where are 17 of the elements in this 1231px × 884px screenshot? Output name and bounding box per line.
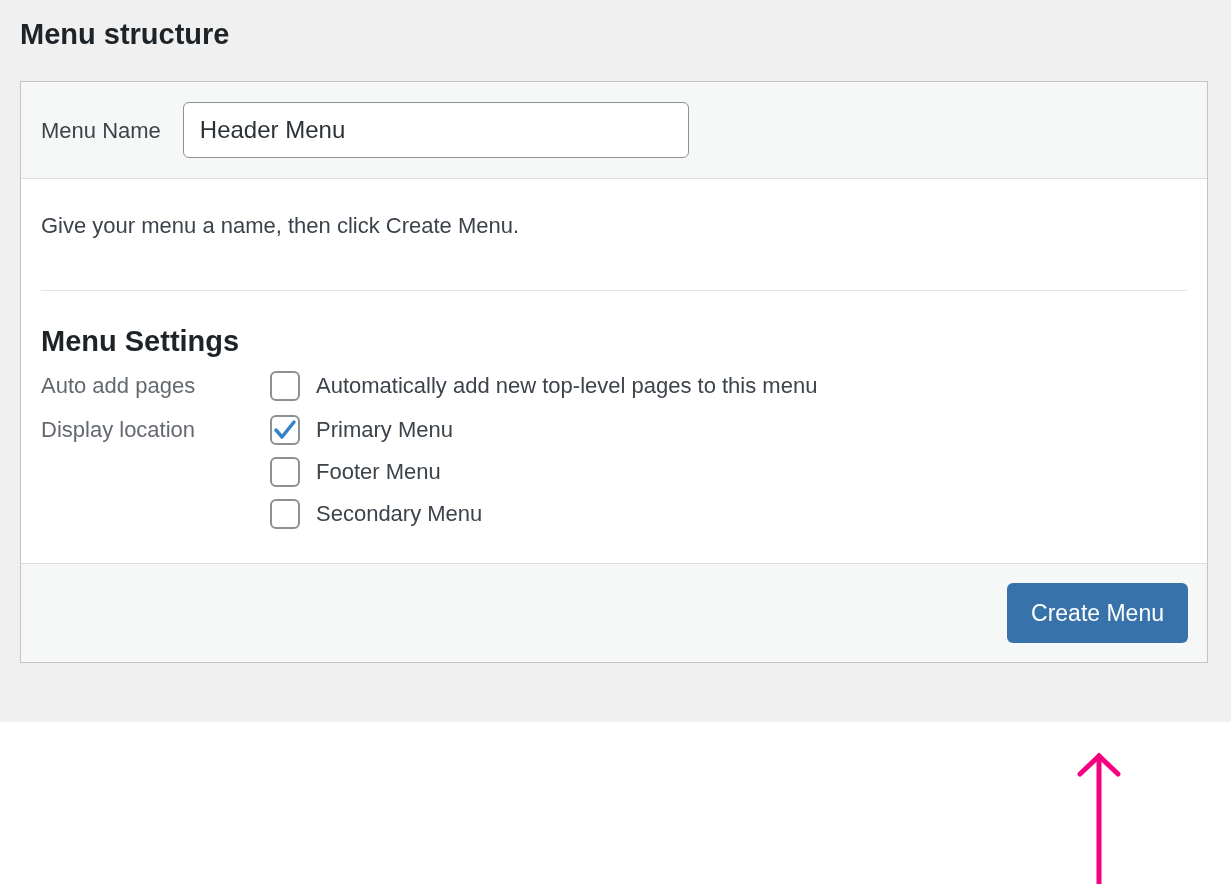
create-menu-button[interactable]: Create Menu — [1007, 583, 1188, 643]
setting-label: Auto add pages — [41, 372, 197, 400]
checkbox[interactable] — [270, 499, 300, 529]
settings-title: Menu Settings — [41, 324, 240, 359]
checkmark-icon — [274, 420, 296, 440]
field-label: Menu Name — [41, 116, 161, 145]
checkbox-label: Automatically add new top-level pages to this menu — [316, 372, 818, 400]
setting-label: Display location — [41, 416, 197, 444]
checkbox-label: Primary Menu — [316, 416, 453, 444]
checkbox-label: Footer Menu — [316, 458, 441, 486]
section-title: Menu structure — [20, 17, 230, 52]
menu-name-field[interactable]: Header Menu — [182, 102, 689, 158]
instruction-text: Give your menu a name, then click Create Menu. — [41, 212, 520, 240]
checkbox[interactable] — [270, 457, 300, 487]
checkbox-label: Secondary Menu — [316, 500, 483, 528]
checkbox[interactable] — [270, 415, 300, 445]
checkbox[interactable] — [270, 371, 300, 401]
